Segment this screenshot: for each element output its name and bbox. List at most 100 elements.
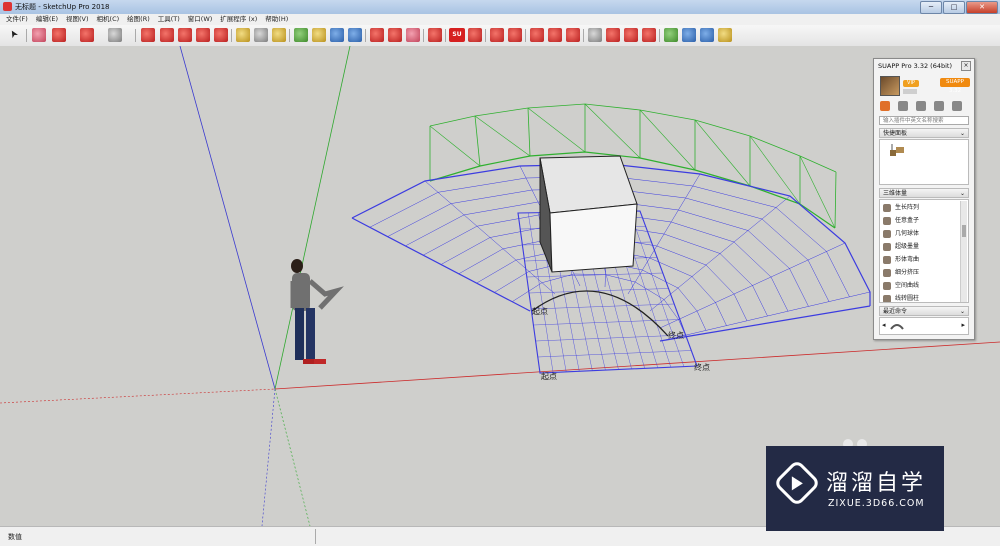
quick-panel-header[interactable]: 快捷面板 ⌄ — [879, 128, 969, 138]
text-icon[interactable] — [254, 28, 268, 42]
plugin-item[interactable]: 空间曲线 — [883, 280, 963, 292]
layer-manager-icon[interactable] — [718, 28, 732, 42]
plugin-search-input[interactable]: 输入插件中英文名称搜索 — [879, 116, 969, 125]
zoom-icon[interactable] — [330, 28, 344, 42]
frame-post — [527, 107, 531, 157]
arc-icon[interactable] — [80, 28, 94, 42]
plugin-item[interactable]: 任意盒子 — [883, 215, 963, 227]
axes-icon[interactable] — [664, 28, 678, 42]
list-scrollbar[interactable] — [960, 201, 967, 302]
plugin-item[interactable]: 超级墨量 — [883, 241, 963, 253]
search-tab-icon[interactable] — [934, 101, 944, 111]
rectangle-icon[interactable] — [108, 28, 122, 42]
arc-end-label: 终点 — [668, 330, 684, 340]
recent-commands-header[interactable]: 最近命令 ⌄ — [879, 306, 969, 316]
box-icon[interactable] — [468, 28, 482, 42]
toolbar-separator — [423, 29, 424, 42]
menu-help[interactable]: 帮助(H) — [265, 14, 288, 25]
eraser-icon[interactable] — [32, 28, 46, 42]
menu-extensions[interactable]: 扩展程序 (x) — [220, 14, 257, 25]
solid-union-icon[interactable] — [490, 28, 504, 42]
user-tab-icon[interactable] — [916, 101, 926, 111]
style-icon[interactable] — [566, 28, 580, 42]
push-pull-icon[interactable] — [141, 28, 155, 42]
section-cut-icon[interactable] — [548, 28, 562, 42]
plugin-item[interactable]: 生长阵列 — [883, 202, 963, 214]
menu-tab-icon[interactable] — [952, 101, 962, 111]
section-icon[interactable] — [530, 28, 544, 42]
shadow-icon[interactable] — [588, 28, 602, 42]
scrollbar-thumb[interactable] — [962, 225, 966, 237]
pan-icon[interactable] — [312, 28, 326, 42]
offset-icon[interactable] — [196, 28, 210, 42]
component-icon[interactable] — [406, 28, 420, 42]
plugin-item[interactable]: 几何球体 — [883, 228, 963, 240]
plugin-item[interactable]: 细分挤压 — [883, 267, 963, 279]
user-avatar[interactable] — [880, 76, 900, 96]
tag-icon[interactable] — [642, 28, 656, 42]
ruby-icon[interactable] — [428, 28, 442, 42]
tape-icon[interactable] — [236, 28, 250, 42]
window-title: 无标题 - SketchUp Pro 2018 — [15, 3, 110, 11]
measurements-label: 数值 — [8, 533, 22, 541]
username-redacted — [903, 89, 917, 94]
fog-icon[interactable] — [606, 28, 620, 42]
plugin-item[interactable]: 线转圆柱 — [883, 293, 963, 302]
quick-panel-content — [879, 139, 969, 185]
extension-icon[interactable] — [388, 28, 402, 42]
panel-title: SUAPP Pro 3.32 (64bit) — [878, 62, 952, 70]
menu-window[interactable]: 窗口(W) — [188, 14, 213, 25]
move-icon[interactable] — [178, 28, 192, 42]
close-button[interactable]: ✕ — [966, 1, 998, 14]
rect-hatch-line — [537, 350, 692, 358]
scroll-right-icon[interactable]: ▸ — [961, 321, 965, 329]
library-tab-icon[interactable] — [898, 101, 908, 111]
suapp-panel: SUAPP Pro 3.32 (64bit) × VIP SUAPP 3.32 … — [873, 58, 975, 340]
toolbar-separator — [231, 29, 232, 42]
toolbar-separator — [485, 29, 486, 42]
minimize-button[interactable]: ─ — [920, 1, 942, 14]
frame-brace — [584, 103, 641, 159]
pencil-icon[interactable] — [52, 28, 66, 42]
end-point-label: 终点 — [694, 362, 710, 372]
rotate-icon[interactable] — [160, 28, 174, 42]
maximize-button[interactable]: □ — [943, 1, 965, 14]
chevron-down-icon: ⌄ — [959, 308, 965, 315]
orbit-icon[interactable] — [294, 28, 308, 42]
window-controls: ─ □ ✕ — [920, 1, 998, 14]
rect-hatch-line — [526, 272, 663, 278]
quick-panel-label: 快捷面板 — [883, 130, 908, 137]
menu-view[interactable]: 视图(V) — [66, 14, 89, 25]
select-icon[interactable] — [8, 28, 22, 42]
axes-3-icon[interactable] — [700, 28, 714, 42]
3d-volume-header[interactable]: 三维体量 ⌄ — [879, 188, 969, 198]
mid-point-label: 起点 — [541, 372, 557, 381]
solid-subtract-icon[interactable] — [508, 28, 522, 42]
scale-icon[interactable] — [214, 28, 228, 42]
box-front — [549, 203, 638, 273]
menu-draw[interactable]: 绘图(R) — [127, 14, 150, 25]
layer-icon[interactable] — [624, 28, 638, 42]
home-tab-icon[interactable] — [880, 101, 890, 111]
panel-close-button[interactable]: × — [961, 61, 971, 71]
menu-edit[interactable]: 编辑(E) — [36, 14, 58, 25]
stairs-icon[interactable] — [888, 144, 908, 158]
axes-2-icon[interactable] — [682, 28, 696, 42]
blue-axis-negative — [261, 388, 276, 526]
chevron-down-icon: ⌄ — [959, 190, 965, 197]
plugin-item[interactable]: 形体弯曲 — [883, 254, 963, 266]
frame-post — [474, 115, 481, 167]
bend-tool-icon[interactable] — [890, 321, 904, 331]
zoom-extents-icon[interactable] — [348, 28, 362, 42]
toolbar-separator — [289, 29, 290, 42]
suapp-version-badge[interactable]: SUAPP 3.32 — [940, 78, 970, 94]
warehouse-icon[interactable] — [370, 28, 384, 42]
paint-icon[interactable] — [272, 28, 286, 42]
scroll-left-icon[interactable]: ◂ — [882, 321, 886, 329]
suapp-icon[interactable]: SU — [449, 28, 465, 42]
toolbar-separator — [525, 29, 526, 42]
menu-file[interactable]: 文件(F) — [6, 14, 28, 25]
menu-camera[interactable]: 相机(C) — [97, 14, 120, 25]
menu-tools[interactable]: 工具(T) — [158, 14, 180, 25]
frame-top-arc — [429, 103, 837, 173]
